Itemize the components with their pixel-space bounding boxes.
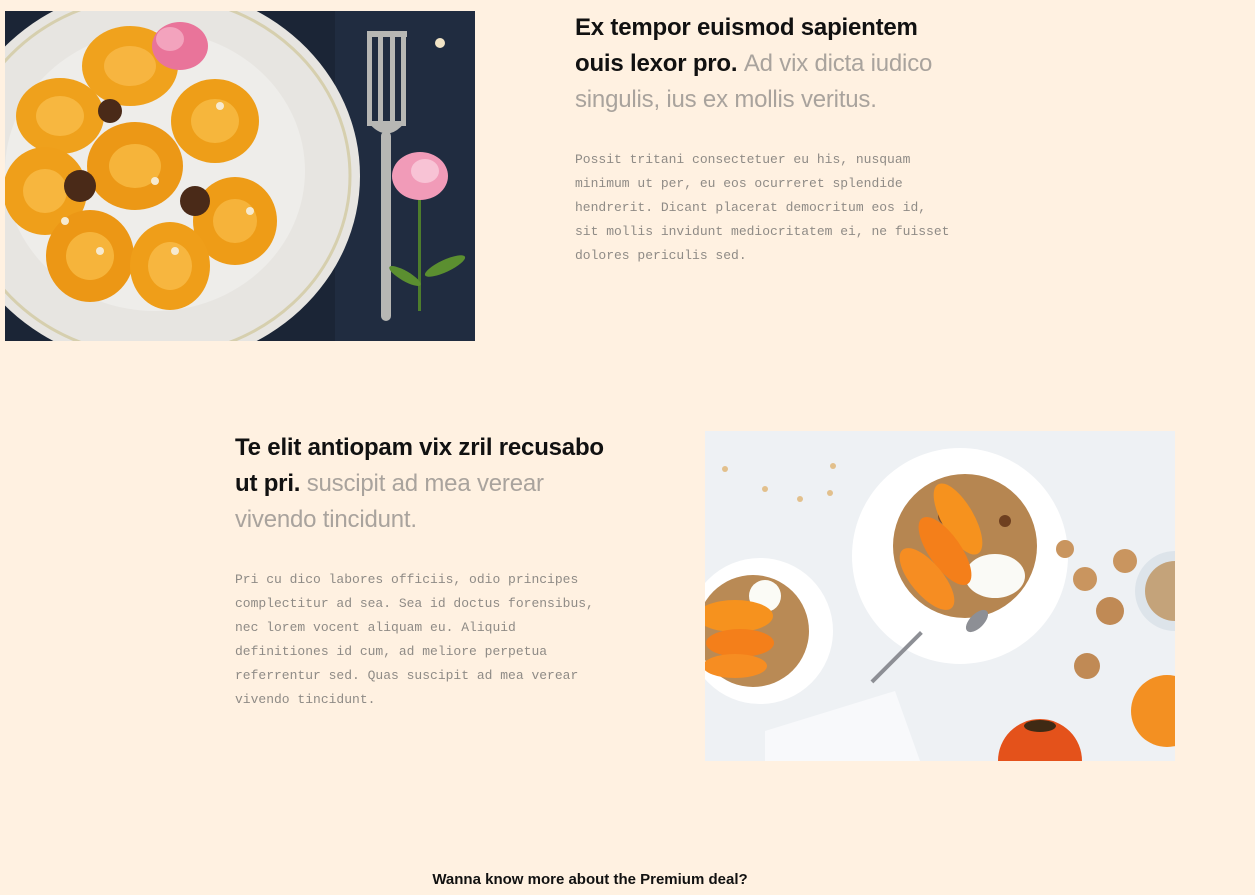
granola-bowls-photo: [705, 431, 1175, 761]
feature-body-2: Pri cu dico labores officiis, odio princ…: [235, 572, 594, 707]
feature-text-1: Ex tempor euismod sapientem ouis lexor p…: [575, 10, 955, 268]
feature-headline-1: Ex tempor euismod sapientem ouis lexor p…: [575, 10, 955, 118]
feature-text-2: Te elit antiopam vix zril recusabo ut pr…: [235, 430, 615, 712]
premium-deal-heading: Wanna know more about the Premium deal?: [432, 871, 748, 888]
apricot-dessert-photo: [5, 11, 475, 341]
feature-headline-2: Te elit antiopam vix zril recusabo ut pr…: [235, 430, 615, 538]
feature-body-1: Possit tritani consectetuer eu his, nusq…: [575, 152, 950, 263]
